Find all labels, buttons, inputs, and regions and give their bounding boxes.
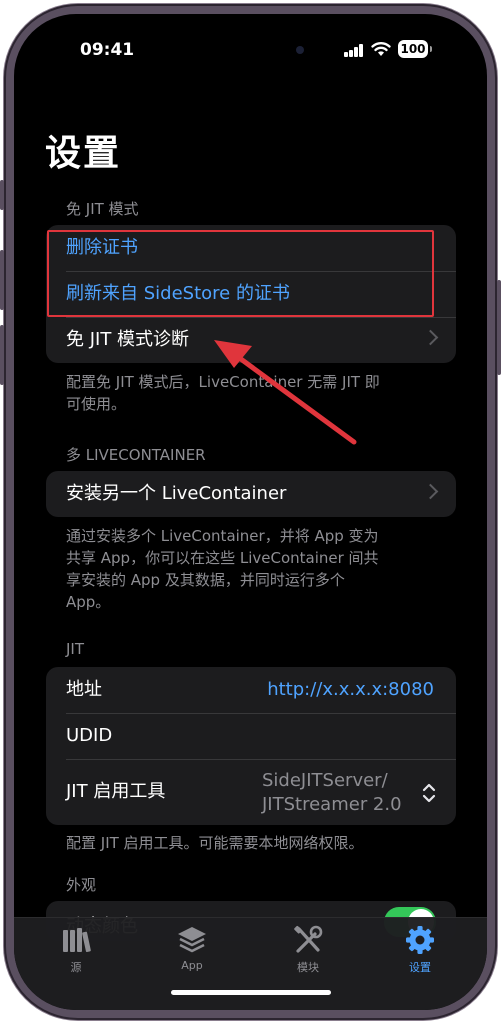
- group-multi: 安装另一个 LiveContainer: [46, 471, 456, 517]
- gear-icon: [406, 926, 434, 954]
- udid-label: UDID: [66, 725, 113, 746]
- section-footer-multi: 通过安装多个 LiveContainer，并将 App 变为 共享 App，你可…: [66, 525, 446, 613]
- screen: 09:41 100 设置 免 JIT 模式 删除证书 刷新来自 SideStor…: [14, 14, 487, 1010]
- library-icon: [63, 928, 91, 953]
- tab-label: 模块: [297, 961, 319, 974]
- stack-icon: [178, 927, 206, 953]
- section-footer-jit: 配置 JIT 启用工具。可能需要本地网络权限。: [66, 834, 364, 852]
- tab-modules[interactable]: 模块: [268, 924, 348, 975]
- install-another-label: 安装另一个 LiveContainer: [66, 483, 287, 504]
- section-header-jit: JIT: [66, 640, 85, 658]
- jit-tool-value-line: JITStreamer 2.0: [262, 794, 402, 815]
- tab-apps[interactable]: App: [152, 924, 232, 972]
- camera-icon: [296, 46, 304, 54]
- address-row[interactable]: 地址 http://x.x.x.x:8080: [46, 667, 456, 713]
- tab-label: 设置: [409, 961, 431, 974]
- battery-icon: 100: [398, 40, 432, 58]
- udid-row[interactable]: UDID: [46, 713, 456, 759]
- footer-line: 通过安装多个 LiveContainer，并将 App 变为: [66, 527, 379, 545]
- tab-sources[interactable]: 源: [36, 924, 116, 975]
- chevron-right-icon: [422, 483, 439, 500]
- install-another-row[interactable]: 安装另一个 LiveContainer: [46, 471, 456, 517]
- wifi-icon: [371, 42, 391, 56]
- dynamic-island: [192, 32, 310, 66]
- volume-up-button: [0, 250, 4, 310]
- jit-tool-label: JIT 启用工具: [66, 781, 166, 802]
- group-jit: 地址 http://x.x.x.x:8080 UDID JIT 启用工具 Sid…: [46, 667, 456, 825]
- status-time: 09:41: [80, 40, 135, 60]
- section-header-multi: 多 LIVECONTAINER: [66, 446, 206, 464]
- cellular-signal-icon: [344, 44, 364, 57]
- home-indicator[interactable]: [171, 990, 331, 995]
- highlight-box: [47, 230, 434, 317]
- section-header-appearance: 外观: [66, 876, 97, 894]
- footer-line: App。: [66, 593, 111, 611]
- address-value[interactable]: http://x.x.x.x:8080: [267, 667, 434, 713]
- tab-settings[interactable]: 设置: [380, 924, 460, 975]
- tab-label: App: [181, 959, 203, 972]
- tab-label: 源: [70, 961, 82, 974]
- page-title: 设置: [45, 133, 122, 174]
- mute-switch: [0, 180, 4, 210]
- chevron-up-down-icon: [422, 783, 436, 803]
- section-header-jitless: 免 JIT 模式: [66, 200, 139, 218]
- address-label: 地址: [66, 679, 102, 700]
- footer-line: 享安装的 App 及其数据，并同时运行多个: [66, 571, 345, 589]
- annotation-arrow-icon: [214, 340, 357, 445]
- tab-bar: 源 App 模块 设置: [14, 917, 487, 1010]
- jit-tool-value[interactable]: SideJITServer/ JITStreamer 2.0: [262, 769, 402, 817]
- jit-tool-value-line: SideJITServer/: [262, 770, 388, 791]
- tools-icon: [294, 925, 323, 953]
- jitless-diagnose-label: 免 JIT 模式诊断: [66, 329, 190, 350]
- volume-down-button: [0, 325, 4, 385]
- power-button: [497, 280, 501, 375]
- footer-line: 共享 App，你可以在这些 LiveContainer 间共: [66, 549, 379, 567]
- jit-tool-row[interactable]: JIT 启用工具 SideJITServer/ JITStreamer 2.0: [46, 759, 456, 825]
- chevron-right-icon: [422, 329, 439, 346]
